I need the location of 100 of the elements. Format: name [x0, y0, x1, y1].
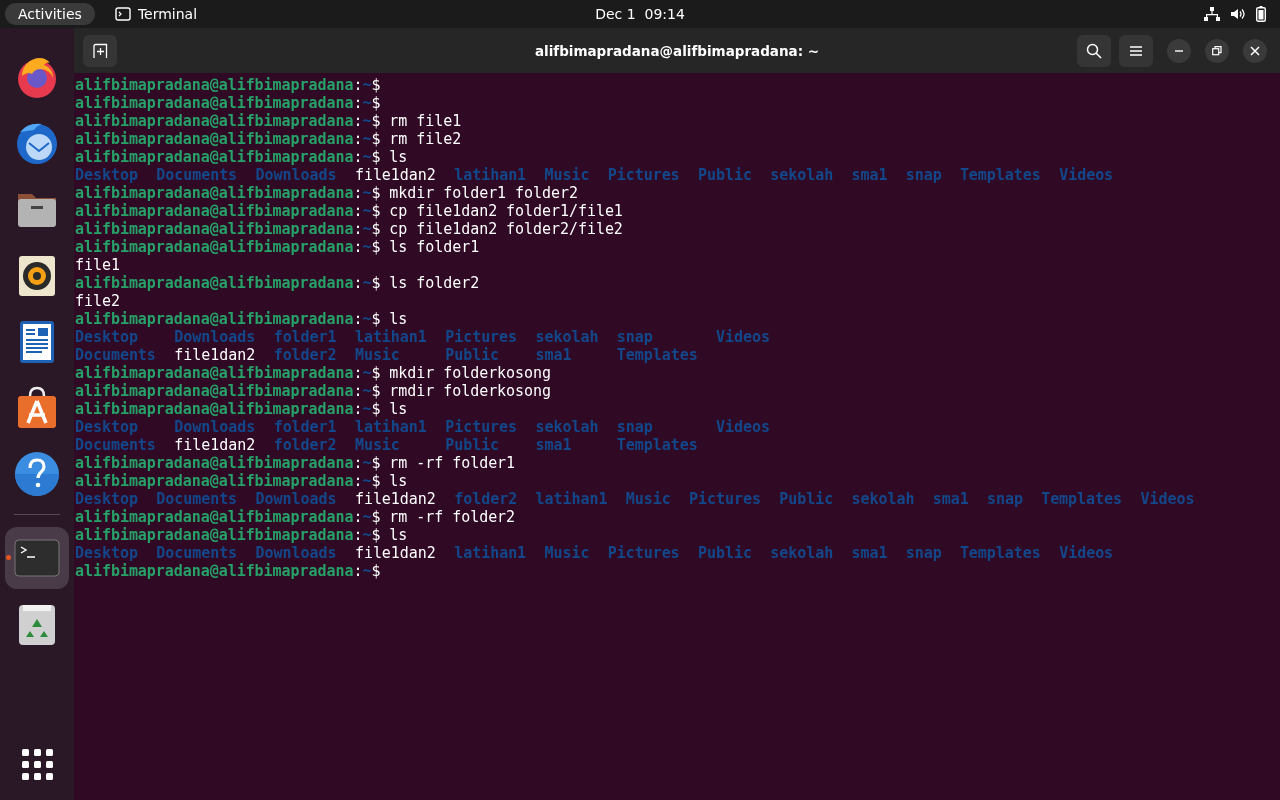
help-icon: [14, 450, 60, 496]
file-name: file1dan2: [354, 490, 436, 508]
directory-name: Downloads: [174, 328, 256, 346]
minimize-button[interactable]: [1167, 38, 1191, 63]
prompt-line: alifbimapradana@alifbimapradana:~$: [75, 562, 382, 580]
new-tab-button[interactable]: [83, 34, 117, 67]
directory-name: sekolah: [851, 490, 915, 508]
menu-icon: [1130, 45, 1142, 56]
new-tab-icon: [92, 42, 108, 59]
file-name: file1dan2: [354, 544, 436, 562]
prompt-line: alifbimapradana@alifbimapradana:~$ cp file1dan2 folder1/file1: [75, 202, 624, 220]
directory-name: Music: [354, 436, 400, 454]
directory-name: snap: [616, 328, 653, 346]
prompt-line: alifbimapradana@alifbimapradana:~$ ls: [75, 526, 409, 544]
directory-name: sma1: [851, 544, 888, 562]
directory-name: Videos: [1140, 490, 1195, 508]
prompt-line: alifbimapradana@alifbimapradana:~$: [75, 76, 382, 94]
directory-name: folder1: [273, 328, 337, 346]
directory-name: latihan1: [454, 544, 527, 562]
directory-name: snap: [616, 418, 653, 436]
search-icon: [1086, 42, 1102, 59]
app-menu[interactable]: Terminal: [137, 6, 198, 22]
directory-name: latihan1: [454, 166, 527, 184]
directory-name: folder2: [273, 346, 337, 364]
directory-name: folder2: [454, 490, 518, 508]
directory-name: Pictures: [445, 418, 518, 436]
directory-name: snap: [905, 166, 942, 184]
directory-name: Documents: [156, 490, 238, 508]
directory-name: Downloads: [255, 490, 337, 508]
directory-name: Desktop: [75, 418, 138, 436]
app-grid-icon[interactable]: [21, 749, 53, 780]
terminal-icon: [114, 7, 131, 21]
maximize-button[interactable]: [1205, 38, 1229, 63]
prompt-line: alifbimapradana@alifbimapradana:~$ ls: [75, 472, 409, 490]
directory-name: Templates: [959, 166, 1041, 184]
directory-name: folder2: [273, 436, 337, 454]
close-button[interactable]: [1243, 38, 1267, 63]
directory-name: Videos: [1059, 166, 1114, 184]
directory-name: Documents: [156, 544, 238, 562]
prompt-line: alifbimapradana@alifbimapradana:~$ rm -rf folder1: [75, 454, 517, 472]
directory-name: Videos: [1059, 544, 1114, 562]
directory-name: Desktop: [75, 166, 138, 184]
directory-name: Music: [625, 490, 671, 508]
directory-name: snap: [987, 490, 1023, 508]
prompt-line: alifbimapradana@alifbimapradana:~$: [75, 94, 382, 112]
directory-name: Desktop: [75, 490, 138, 508]
directory-name: Downloads: [255, 544, 337, 562]
restore-icon: [1212, 45, 1222, 56]
directory-name: sekolah: [770, 166, 834, 184]
menu-button[interactable]: [1119, 34, 1153, 67]
prompt-line: alifbimapradana@alifbimapradana:~$ ls: [75, 148, 409, 166]
window-title: alifbimapradana@alifbimapradana: ~: [534, 42, 820, 59]
clock[interactable]: Dec 1 09:14: [595, 6, 685, 22]
directory-name: Templates: [959, 544, 1041, 562]
file-name: file1dan2: [174, 346, 256, 364]
directory-name: sekolah: [535, 418, 599, 436]
directory-name: Pictures: [607, 544, 680, 562]
file-name: file1dan2: [354, 166, 436, 184]
output-line: file1: [75, 256, 121, 274]
prompt-line: alifbimapradana@alifbimapradana:~$ ls folder2: [75, 274, 481, 292]
directory-name: Music: [354, 346, 400, 364]
activities-button[interactable]: Activities: [5, 3, 95, 25]
prompt-line: alifbimapradana@alifbimapradana:~$ rm file2: [75, 130, 463, 148]
directory-name: Desktop: [75, 544, 138, 562]
prompt-line: alifbimapradana@alifbimapradana:~$ rm -rf folder2: [75, 508, 517, 526]
directory-name: Music: [544, 166, 590, 184]
prompt-line: alifbimapradana@alifbimapradana:~$ rm file1: [75, 112, 463, 130]
directory-name: Public: [698, 166, 752, 184]
network-icon[interactable]: [1204, 7, 1220, 21]
battery-icon[interactable]: [1256, 6, 1266, 22]
file-name: file1dan2: [174, 436, 256, 454]
output-line: file2: [75, 292, 121, 310]
directory-name: Public: [445, 436, 500, 454]
directory-name: Pictures: [607, 166, 680, 184]
directory-name: Templates: [1041, 490, 1122, 508]
directory-name: Downloads: [174, 418, 256, 436]
directory-name: sma1: [535, 346, 572, 364]
directory-name: Videos: [716, 328, 770, 346]
prompt-line: alifbimapradana@alifbimapradana:~$ rmdir folderkosong: [75, 382, 552, 400]
directory-name: Pictures: [689, 490, 761, 508]
directory-name: Public: [698, 544, 752, 562]
prompt-line: alifbimapradana@alifbimapradana:~$ ls: [75, 310, 409, 328]
directory-name: Music: [544, 544, 590, 562]
prompt-line: alifbimapradana@alifbimapradana:~$ ls folder1: [75, 238, 481, 256]
directory-name: Downloads: [255, 166, 337, 184]
directory-name: latihan1: [354, 418, 427, 436]
prompt-line: alifbimapradana@alifbimapradana:~$ cp file1dan2 folder2/file2: [75, 220, 624, 238]
prompt-line: alifbimapradana@alifbimapradana:~$ mkdir folder1 folder2: [75, 184, 579, 202]
minimize-icon: [1175, 49, 1183, 52]
directory-name: latihan1: [535, 490, 608, 508]
directory-name: snap: [905, 544, 942, 562]
directory-name: Videos: [716, 418, 770, 436]
volume-icon[interactable]: [1230, 7, 1246, 21]
directory-name: sma1: [535, 436, 572, 454]
directory-name: Templates: [616, 346, 698, 364]
directory-name: latihan1: [354, 328, 427, 346]
directory-name: folder1: [273, 418, 337, 436]
directory-name: sma1: [932, 490, 969, 508]
directory-name: sekolah: [770, 544, 834, 562]
search-button[interactable]: [1077, 34, 1111, 67]
